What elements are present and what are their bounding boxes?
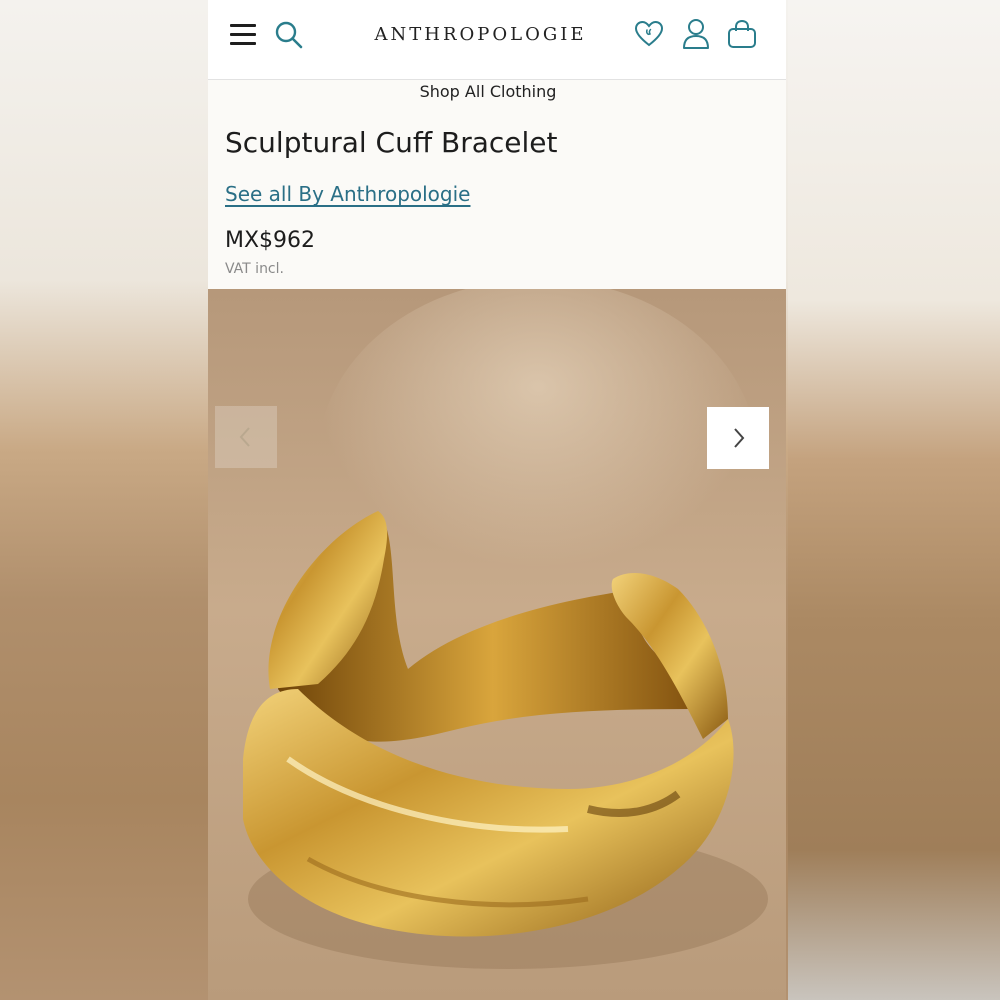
chevron-right-icon: [734, 428, 745, 448]
see-all-brand-link[interactable]: See all By Anthropologie: [225, 182, 470, 206]
gallery-prev-button[interactable]: [215, 406, 277, 468]
user-icon[interactable]: [682, 18, 710, 50]
product-image[interactable]: [208, 289, 786, 1000]
product-title: Sculptural Cuff Bracelet: [225, 126, 558, 159]
gallery-next-button[interactable]: [707, 407, 769, 469]
phone-screen: ANTHROPOLOGIE Shop All Clothing Sculptur…: [208, 0, 786, 1000]
search-icon[interactable]: [274, 20, 304, 50]
heart-icon[interactable]: [634, 19, 664, 49]
shopping-bag-icon[interactable]: [726, 18, 758, 50]
menu-icon[interactable]: [230, 24, 256, 46]
shop-all-clothing-link[interactable]: Shop All Clothing: [208, 82, 768, 101]
chevron-left-icon: [239, 427, 250, 447]
vat-note: VAT incl.: [225, 261, 284, 277]
top-navigation-bar: ANTHROPOLOGIE: [208, 0, 786, 80]
product-price: MX$962: [225, 228, 316, 253]
gold-cuff-bracelet-photo: [208, 289, 786, 1000]
site-logo[interactable]: ANTHROPOLOGIE: [358, 24, 603, 45]
